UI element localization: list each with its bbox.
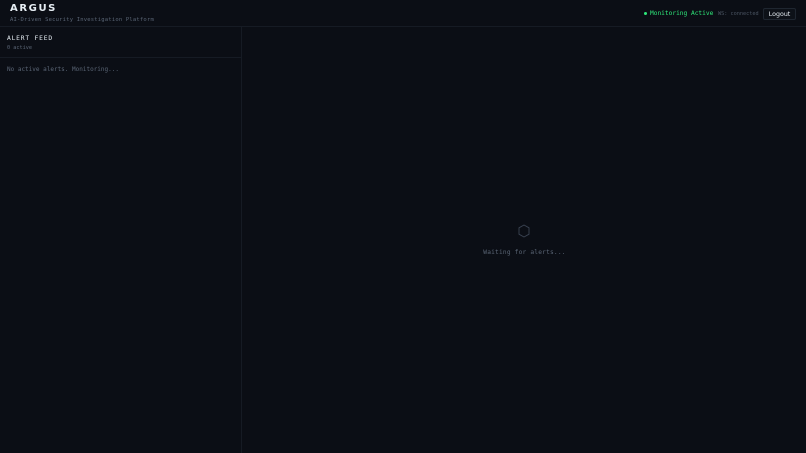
websocket-status: WS: connected — [718, 11, 759, 17]
hexagon-icon — [518, 224, 530, 238]
status-dot-icon — [644, 12, 647, 15]
alert-feed-title: ALERT FEED — [7, 35, 53, 42]
alert-feed-panel: ALERT FEED 0 active No active alerts. Mo… — [0, 27, 242, 453]
alert-count: 0 active — [7, 45, 32, 51]
empty-feed-message: No active alerts. Monitoring... — [7, 66, 119, 73]
app-title: ARGUS — [10, 3, 57, 14]
investigation-panel: Waiting for alerts... — [243, 27, 806, 453]
monitoring-status: Monitoring Active — [644, 10, 713, 17]
alert-feed-header: ALERT FEED 0 active — [0, 27, 241, 58]
monitoring-status-label: Monitoring Active — [650, 10, 714, 17]
app-root: ARGUS AI-Driven Security Investigation P… — [0, 0, 806, 453]
top-header: ARGUS AI-Driven Security Investigation P… — [0, 0, 806, 27]
waiting-message: Waiting for alerts... — [483, 249, 566, 256]
app-subtitle: AI-Driven Security Investigation Platfor… — [10, 17, 154, 23]
logout-button[interactable]: Logout — [763, 8, 796, 20]
